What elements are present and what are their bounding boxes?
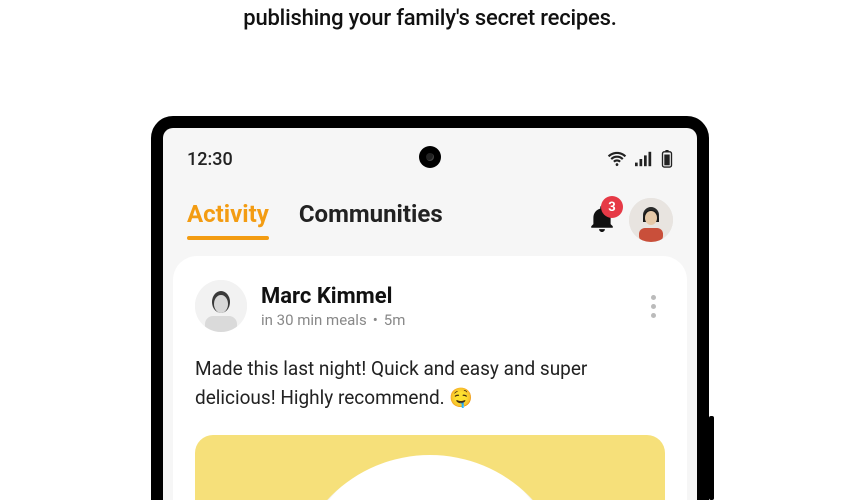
post-image[interactable] xyxy=(195,435,665,500)
phone-frame: 12:30 Activit xyxy=(151,116,709,500)
tab-activity[interactable]: Activity xyxy=(187,200,269,240)
post-more-button[interactable] xyxy=(641,287,665,326)
tab-communities[interactable]: Communities xyxy=(299,200,443,240)
post-author-name[interactable]: Marc Kimmel xyxy=(261,284,641,309)
notification-badge: 3 xyxy=(601,196,623,218)
post-body-text: Made this last night! Quick and easy and… xyxy=(195,354,665,413)
notifications-button[interactable]: 3 xyxy=(589,204,615,236)
phone-screen: 12:30 Activit xyxy=(163,128,697,500)
post-meta-prefix: in xyxy=(261,311,277,329)
wifi-icon xyxy=(607,151,627,167)
tab-bar: Activity Communities xyxy=(187,200,589,240)
post-meta-line: in 30 min meals•5m xyxy=(261,311,641,329)
signal-icon xyxy=(635,151,653,167)
battery-icon xyxy=(661,150,673,168)
post-card: Marc Kimmel in 30 min meals•5m Made this… xyxy=(173,256,687,500)
front-camera xyxy=(419,146,441,168)
bell-icon xyxy=(589,217,615,236)
post-author-avatar[interactable] xyxy=(195,280,247,332)
phone-side-button xyxy=(709,416,714,500)
page-headline: publishing your family's secret recipes. xyxy=(0,0,860,31)
status-time: 12:30 xyxy=(187,149,233,170)
post-community-link[interactable]: 30 min meals xyxy=(277,311,367,329)
post-timestamp: 5m xyxy=(384,311,406,329)
profile-avatar[interactable] xyxy=(629,198,673,242)
